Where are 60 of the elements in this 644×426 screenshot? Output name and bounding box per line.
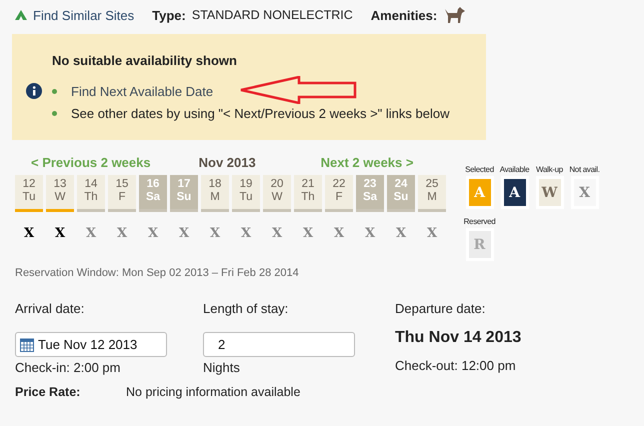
legend-label: Walk-up	[536, 165, 563, 174]
stay-label: Length of stay:	[203, 301, 290, 317]
day-tab[interactable]: 24 Su	[387, 175, 415, 212]
availability-mark[interactable]: X	[178, 226, 190, 241]
day-tab[interactable]: 23 Sa	[356, 175, 384, 212]
nights-text: Nights	[203, 360, 241, 376]
day-tab[interactable]: 16 Sa	[139, 175, 167, 212]
day-tab[interactable]: 20 W	[263, 175, 291, 212]
day-tab[interactable]: 18 M	[201, 175, 229, 212]
day-tab[interactable]: 22 F	[325, 175, 353, 212]
arrival-label: Arrival date:	[15, 301, 86, 317]
notice-title: No suitable availability shown	[52, 53, 238, 68]
availability-mark[interactable]: X	[24, 226, 34, 241]
availability-mark[interactable]: X	[210, 226, 220, 241]
day-tab[interactable]: 12 Tu	[15, 175, 43, 212]
availability-mark[interactable]: X	[148, 226, 158, 241]
type-value: STANDARD NONELECTRIC	[192, 8, 353, 22]
selected-swatch: A	[466, 176, 494, 209]
legend-label: Available	[500, 165, 530, 174]
availability-mark[interactable]: X	[240, 226, 252, 241]
walkup-swatch: W	[536, 176, 564, 209]
legend-label: Not avail.	[569, 165, 600, 174]
legend-label: Selected	[465, 165, 494, 174]
next-weeks-link[interactable]: Next 2 weeks >	[320, 155, 414, 175]
arrival-date-field[interactable]: Tue Nov 12 2013	[15, 332, 167, 357]
month-title: Nov 2013	[198, 155, 257, 172]
find-next-date-link[interactable]: Find Next Available Date	[71, 84, 214, 98]
stay-length-field[interactable]: 2	[203, 332, 355, 357]
availability-mark[interactable]: X	[364, 226, 376, 241]
availability-mark[interactable]: X	[334, 226, 344, 241]
departure-date: Thu Nov 14 2013	[395, 330, 522, 348]
availability-mark[interactable]: X	[302, 226, 314, 241]
find-similar-sites-link[interactable]: Find Similar Sites	[33, 8, 134, 22]
day-tab[interactable]: 15 F	[108, 175, 136, 212]
day-tab[interactable]: 13 W	[46, 175, 74, 212]
departure-label: Departure date:	[395, 301, 486, 317]
legend-label: Reserved	[464, 217, 496, 226]
amenities-label: Amenities:	[370, 8, 438, 22]
day-tab[interactable]: 14 Th	[77, 175, 105, 212]
day-tab[interactable]: 17 Su	[170, 175, 198, 212]
type-label: Type:	[152, 8, 186, 22]
notice-text: See other dates by using "< Next/Previous 2 weeks >" links below	[71, 106, 450, 120]
day-tab[interactable]: 25 M	[418, 175, 446, 212]
availability-mark[interactable]: X	[116, 226, 128, 241]
check-out-text: Check-out: 12:00 pm	[395, 358, 517, 374]
availability-mark[interactable]: X	[272, 226, 282, 241]
availability-mark[interactable]: X	[426, 226, 438, 241]
availability-mark[interactable]: X	[86, 226, 96, 241]
day-tab[interactable]: 21 Th	[294, 175, 322, 212]
reserved-swatch: R	[466, 228, 494, 261]
check-in-text: Check-in: 2:00 pm	[15, 360, 122, 376]
reservation-window-text: Reservation Window: Mon Sep 02 2013 – Fri Feb 28 2014	[15, 267, 300, 279]
availability-mark[interactable]: X	[54, 226, 66, 241]
not-available-swatch: X	[570, 176, 598, 209]
price-rate-value: No pricing information available	[126, 385, 300, 399]
day-tab[interactable]: 19 Tu	[232, 175, 260, 212]
available-swatch: A	[500, 176, 528, 209]
previous-weeks-link[interactable]: < Previous 2 weeks	[31, 155, 151, 175]
price-rate-label: Price Rate:	[15, 385, 82, 399]
availability-mark[interactable]: X	[396, 226, 406, 241]
